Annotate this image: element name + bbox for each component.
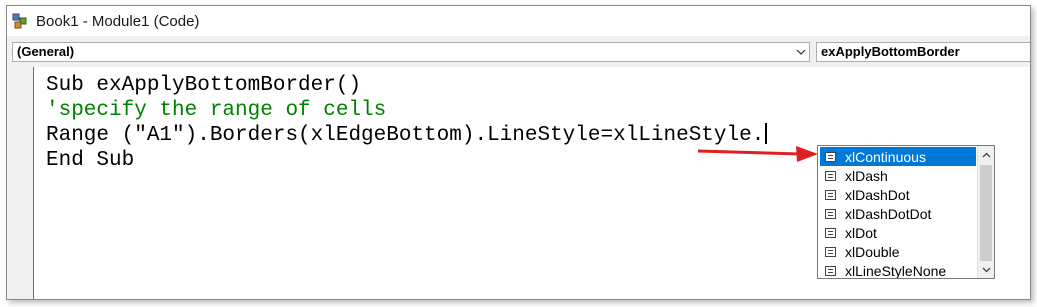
list-item[interactable]: xlDashDotDot [820, 204, 976, 223]
scroll-up-button[interactable] [978, 146, 994, 163]
object-dropdown-value: (General) [17, 44, 75, 59]
procedure-dropdown-value: exApplyBottomBorder [821, 44, 960, 59]
list-item[interactable]: xlLineStyleNone [820, 261, 976, 279]
scroll-down-button[interactable] [978, 261, 994, 278]
list-item-label: xlDot [845, 224, 877, 241]
list-item[interactable]: xlDot [820, 223, 976, 242]
enum-member-icon [825, 265, 836, 276]
list-item-label: xlContinuous [845, 148, 926, 165]
combo-toolbar: (General) exApplyBottomBorder [7, 36, 1030, 67]
window-title: Book1 - Module1 (Code) [36, 12, 200, 30]
list-item-label: xlDouble [845, 243, 900, 260]
text-caret [765, 123, 768, 144]
list-item[interactable]: xlContinuous [820, 147, 976, 166]
enum-member-icon [825, 208, 836, 219]
list-item-label: xlLineStyleNone [845, 262, 947, 279]
code-text: End Sub [46, 149, 135, 172]
enum-member-icon [825, 227, 836, 238]
enum-member-icon [825, 246, 836, 257]
code-line[interactable]: End Sub [46, 148, 134, 173]
list-item[interactable]: xlDash [820, 166, 976, 185]
code-text: Sub exApplyBottomBorder() [46, 74, 362, 97]
code-line-comment[interactable]: 'specify the range of cells [46, 98, 386, 123]
vba-module-icon [12, 13, 27, 29]
chevron-up-icon [982, 152, 990, 157]
chevron-down-icon [982, 267, 990, 272]
code-text: Range ("A1").Borders(xlEdgeBottom).LineS… [46, 124, 765, 147]
code-line[interactable]: Sub exApplyBottomBorder() [46, 73, 361, 98]
intellisense-list[interactable]: xlContinuous xlDash xlDashDot xlDashDotD… [817, 145, 995, 279]
vertical-scrollbar[interactable] [977, 146, 994, 278]
list-item-label: xlDash [845, 167, 888, 184]
enum-member-icon [825, 170, 836, 181]
procedure-dropdown[interactable]: exApplyBottomBorder [816, 42, 1030, 62]
margin-indicator-bar[interactable] [7, 67, 34, 299]
list-item-label: xlDashDotDot [845, 205, 932, 222]
object-dropdown[interactable]: (General) [12, 42, 810, 62]
chevron-down-icon[interactable] [793, 43, 809, 61]
code-line[interactable]: Range ("A1").Borders(xlEdgeBottom).LineS… [46, 123, 768, 148]
code-text: 'specify the range of cells [46, 99, 387, 122]
enum-member-icon [825, 189, 836, 200]
list-item[interactable]: xlDashDot [820, 185, 976, 204]
list-item[interactable]: xlDouble [820, 242, 976, 261]
scrollbar-thumb[interactable] [980, 165, 992, 261]
enum-member-icon [825, 151, 836, 162]
title-bar[interactable]: Book1 - Module1 (Code) [7, 6, 1030, 36]
list-item-label: xlDashDot [845, 186, 910, 203]
